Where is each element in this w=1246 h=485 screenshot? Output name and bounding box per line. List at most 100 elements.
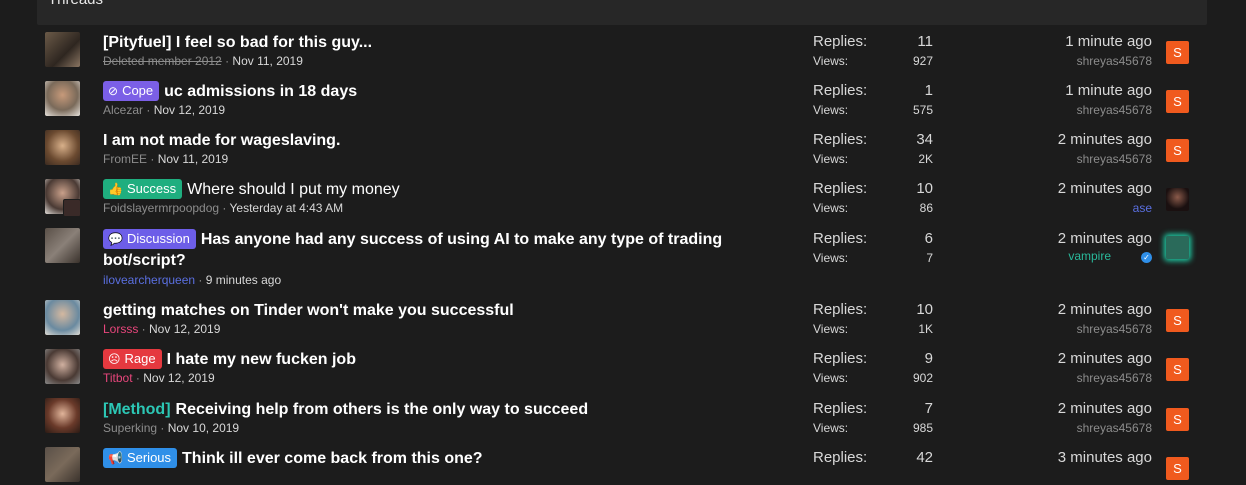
last-poster[interactable]: shreyas45678 (1077, 152, 1152, 166)
replies-label: Replies: (813, 400, 868, 417)
last-poster-avatar[interactable]: S (1166, 41, 1189, 64)
views-count: 2K (918, 152, 933, 166)
thread-meta: ilovearcherqueen · 9 minutes ago (103, 273, 282, 287)
last-poster-avatar[interactable] (1166, 188, 1189, 211)
thread-date[interactable]: 9 minutes ago (206, 273, 281, 287)
thread-author[interactable]: Titbot (103, 371, 133, 385)
author-avatar[interactable] (45, 300, 80, 335)
last-post-time[interactable]: 2 minutes ago (1058, 400, 1152, 417)
replies-label: Replies: (813, 301, 868, 318)
thread-author[interactable]: ilovearcherqueen (103, 273, 195, 287)
prefix-rage[interactable]: ☹ Rage (103, 349, 162, 369)
thread-meta: Foidslayermrpoopdog · Yesterday at 4:43 … (103, 201, 344, 215)
thread-meta: Deleted member 2012 · Nov 11, 2019 (103, 54, 303, 68)
last-post-time[interactable]: 3 minutes ago (1058, 449, 1152, 466)
replies-count: 11 (917, 33, 933, 50)
views-count: 985 (912, 421, 933, 435)
thread-date[interactable]: Nov 12, 2019 (154, 103, 225, 117)
thread-date[interactable]: Nov 11, 2019 (232, 54, 303, 68)
replies-label: Replies: (813, 82, 868, 99)
last-poster-avatar[interactable]: S (1166, 139, 1189, 162)
author-avatar[interactable] (45, 32, 80, 67)
angry-face-icon: ☹ (108, 352, 121, 366)
last-post-time[interactable]: 2 minutes ago (1058, 350, 1152, 367)
author-avatar[interactable] (45, 349, 80, 384)
author-avatar[interactable] (45, 447, 80, 482)
last-poster[interactable]: shreyas45678 (1077, 54, 1152, 68)
last-poster[interactable]: shreyas45678 (1077, 421, 1152, 435)
prefix-discussion[interactable]: 💬 Discussion (103, 229, 196, 249)
thread-date[interactable]: Nov 12, 2019 (143, 371, 214, 385)
last-poster[interactable]: shreyas45678 (1077, 371, 1152, 385)
views-label: Views: (813, 54, 849, 68)
last-poster[interactable]: vampire ✓ (1068, 249, 1152, 263)
prefix-success[interactable]: 👍 Success (103, 179, 183, 199)
thread-title[interactable]: 👍 Success Where should I put my money (103, 179, 400, 200)
views-label: Views: (813, 421, 849, 435)
author-avatar[interactable] (45, 228, 80, 263)
thumbs-up-icon: 👍 (108, 182, 123, 196)
views-label: Views: (813, 201, 849, 215)
thread-meta: Superking · Nov 10, 2019 (103, 421, 240, 435)
last-post-time[interactable]: 2 minutes ago (1058, 301, 1152, 318)
views-label: Views: (813, 371, 849, 385)
last-poster-avatar[interactable] (1166, 236, 1189, 259)
last-post-time[interactable]: 2 minutes ago (1058, 131, 1152, 148)
thread-meta: Titbot · Nov 12, 2019 (103, 371, 215, 385)
replies-count: 6 (924, 230, 933, 247)
thread-title[interactable]: ⊘ Cope uc admissions in 18 days (103, 81, 357, 102)
replies-count: 10 (916, 301, 933, 318)
views-label: Views: (813, 152, 849, 166)
prefix-serious[interactable]: 📢 Serious (103, 448, 178, 468)
thread-date[interactable]: Nov 12, 2019 (149, 322, 220, 336)
thread-author[interactable]: Lorsss (103, 322, 138, 336)
thread-author[interactable]: Alcezar (103, 103, 143, 117)
thread-title[interactable]: getting matches on Tinder won't make you… (103, 300, 514, 321)
last-post-time[interactable]: 1 minute ago (1065, 82, 1152, 99)
last-poster-avatar[interactable]: S (1166, 408, 1189, 431)
last-post-time[interactable]: 1 minute ago (1065, 33, 1152, 50)
replies-label: Replies: (813, 449, 868, 466)
thread-title[interactable]: 📢 Serious Think ill ever come back from th… (103, 448, 483, 469)
verified-badge-icon: ✓ (1141, 252, 1152, 263)
megaphone-icon: 📢 (108, 451, 123, 465)
prefix-cope[interactable]: ⊘ Cope (103, 81, 160, 101)
thread-author[interactable]: FromEE (103, 152, 147, 166)
replies-count: 7 (924, 400, 933, 417)
thread-author[interactable]: Superking (103, 421, 157, 435)
author-avatar[interactable] (45, 398, 80, 433)
ban-icon: ⊘ (108, 84, 119, 98)
views-count: 86 (919, 201, 933, 215)
last-poster-avatar[interactable]: S (1166, 358, 1189, 381)
views-count: 902 (912, 371, 933, 385)
last-post-time[interactable]: 2 minutes ago (1058, 180, 1152, 197)
last-poster[interactable]: shreyas45678 (1077, 103, 1152, 117)
thread-date[interactable]: Nov 10, 2019 (168, 421, 239, 435)
replies-label: Replies: (813, 230, 868, 247)
replies-label: Replies: (813, 180, 868, 197)
last-poster-avatar[interactable]: S (1166, 309, 1189, 332)
thread-meta: Lorsss · Nov 12, 2019 (103, 322, 221, 336)
thread-title[interactable]: [Method] Receiving help from others is th… (103, 399, 588, 420)
thread-author[interactable]: Deleted member 2012 (103, 54, 222, 68)
prefix-method[interactable]: [Method] (103, 401, 171, 418)
last-poster[interactable]: shreyas45678 (1077, 322, 1152, 336)
thread-title[interactable]: ☹ Rage I hate my new fucken job (103, 349, 356, 370)
thread-date[interactable]: Yesterday at 4:43 AM (230, 201, 344, 215)
author-avatar[interactable] (45, 81, 80, 116)
last-poster[interactable]: ase (1133, 201, 1152, 215)
last-post-time[interactable]: 2 minutes ago (1058, 230, 1152, 247)
thread-author[interactable]: Foidslayermrpoopdog (103, 201, 219, 215)
thread-title[interactable]: 💬 Discussion Has anyone had any success of… (103, 229, 743, 271)
thread-title[interactable]: [Pityfuel] I feel so bad for this guy... (103, 32, 372, 53)
replies-count: 10 (916, 180, 933, 197)
views-count: 7 (926, 251, 933, 265)
replies-label: Replies: (813, 131, 868, 148)
thread-date[interactable]: Nov 11, 2019 (158, 152, 229, 166)
last-replier-mini-avatar[interactable] (63, 199, 81, 217)
chat-bubbles-icon: 💬 (108, 232, 123, 246)
last-poster-avatar[interactable]: S (1166, 457, 1189, 480)
author-avatar[interactable] (45, 130, 80, 165)
thread-title[interactable]: I am not made for wageslaving. (103, 130, 340, 151)
last-poster-avatar[interactable]: S (1166, 90, 1189, 113)
